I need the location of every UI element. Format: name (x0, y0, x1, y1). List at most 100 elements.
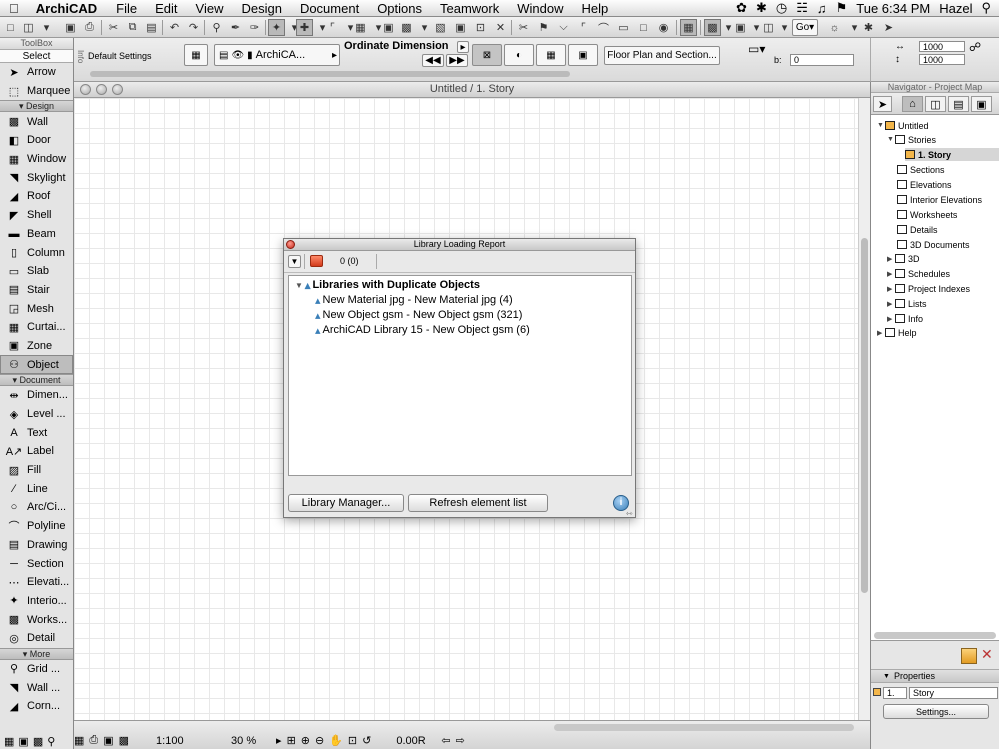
zoom-back-icon[interactable]: ⇦ (441, 734, 450, 747)
menu-window[interactable]: Window (508, 1, 572, 16)
save-icon[interactable]: ▣ (62, 19, 79, 36)
properties-header[interactable]: ▼ Properties (871, 669, 999, 683)
tool-stair[interactable]: ▤ Stair (0, 281, 73, 300)
nav-item-current-story[interactable]: 1. Story (905, 148, 999, 161)
next-dimension-icon[interactable]: ▶▶ (446, 54, 468, 67)
nav-item[interactable]: 3D Documents (897, 238, 970, 251)
info-box-scrollbar[interactable] (90, 71, 570, 77)
tool-label[interactable]: A↗ Label (0, 442, 73, 461)
layer-selector[interactable]: ▤ 👁 ▮ ArchiCA... ▸ (214, 44, 340, 66)
tool-wall[interactable]: ▩ Wall (0, 112, 73, 131)
tool-interior-elevation[interactable]: ✦ Interio... (0, 592, 73, 611)
tool-fill[interactable]: ▨ Fill (0, 461, 73, 480)
tool-mesh[interactable]: ◲ Mesh (0, 299, 73, 318)
geometry-method-3-icon[interactable]: ▦ (536, 44, 566, 66)
split-icon[interactable]: ⚑ (535, 19, 552, 36)
list-item[interactable]: ▴ ArchiCAD Library 15 - New Object gsm (… (315, 323, 530, 337)
tool-beam[interactable]: ▬ Beam (0, 225, 73, 244)
3d-window-icon[interactable]: ▦ (680, 19, 697, 36)
resize-grip-icon[interactable]: ⇿ (626, 509, 633, 518)
guide-line-icon[interactable]: ✚ (296, 19, 313, 36)
tool-skylight[interactable]: ◥ Skylight (0, 168, 73, 187)
tool-arrow[interactable]: ➤ Arrow (0, 63, 73, 82)
tool-worksheet[interactable]: ▩ Works... (0, 610, 73, 629)
stop-icon[interactable]: ◉ (655, 19, 672, 36)
view-icon-2[interactable]: ▣ (18, 735, 28, 748)
go-dropdown[interactable]: Go ▾ (792, 19, 818, 36)
tool-drawing[interactable]: ▤ Drawing (0, 536, 73, 555)
navigator-menu-icon[interactable]: ➤ (873, 96, 892, 112)
walk-icon[interactable]: ✱ (860, 19, 877, 36)
document-group-header[interactable]: ▾ Document (0, 374, 73, 386)
3d-view-icon[interactable]: ▣ (732, 19, 749, 36)
intersect-icon[interactable]: ⌜ (575, 19, 592, 36)
undo-icon[interactable]: ↶ (166, 19, 183, 36)
tool-zone[interactable]: ▣ Zone (0, 337, 73, 356)
story-number-field[interactable]: 1. (883, 687, 907, 699)
duplicate-objects-group[interactable]: ▼ ▴ Libraries with Duplicate Objects (295, 278, 480, 292)
grid-snap-icon[interactable]: ▦ (352, 19, 369, 36)
geometry-method-1-icon[interactable]: ⊠ (472, 44, 502, 66)
menu-design[interactable]: Design (232, 1, 290, 16)
tool-arc[interactable]: ○ Arc/Ci... (0, 498, 73, 517)
redo-icon[interactable]: ↷ (185, 19, 202, 36)
duplicate-objects-list[interactable]: ▼ ▴ Libraries with Duplicate Objects ▴ N… (288, 275, 632, 476)
menu-file[interactable]: File (107, 1, 146, 16)
geometry-method-2-icon[interactable]: ◐ (504, 44, 534, 66)
collapse-triangle-icon[interactable]: ▼ (887, 136, 895, 143)
tool-line[interactable]: ∕ Line (0, 479, 73, 498)
height-field[interactable]: 1000 (919, 54, 965, 65)
nav-item[interactable]: Worksheets (897, 208, 957, 221)
wifi-icon[interactable]: ☵ (796, 0, 808, 16)
layout-icon[interactable]: ▦ (74, 734, 84, 747)
gravity-icon[interactable]: ▣ (380, 19, 397, 36)
menu-document[interactable]: Document (291, 1, 368, 16)
vertical-scroll-thumb[interactable] (861, 238, 868, 593)
dialog-close-button[interactable] (286, 240, 295, 249)
more-group-header[interactable]: ▾ More (0, 647, 73, 660)
inject-icon[interactable]: ✑ (246, 19, 263, 36)
nav-item[interactable]: Elevations (897, 178, 952, 191)
angle-label[interactable]: 0.00R (396, 735, 436, 747)
view-map-tab-icon[interactable]: ◫ (925, 96, 946, 112)
new-file-icon[interactable]: □ (2, 19, 19, 36)
project-map-tab-icon[interactable]: ⌂ (902, 96, 923, 112)
tool-object[interactable]: ⚇ Object (0, 355, 73, 374)
tool-shell[interactable]: ◤ Shell (0, 206, 73, 225)
floor-plan-section-button[interactable]: Floor Plan and Section... (604, 46, 720, 65)
navigator-scrollbar[interactable] (874, 632, 996, 639)
menu-edit[interactable]: Edit (146, 1, 186, 16)
tool-slab[interactable]: ▭ Slab (0, 262, 73, 281)
trim-icon[interactable]: ✂ (515, 19, 532, 36)
cut-icon[interactable]: ✂ (105, 19, 122, 36)
menu-options[interactable]: Options (368, 1, 431, 16)
script-menu-icon[interactable]: ✿ (736, 0, 747, 16)
list-item[interactable]: ▴ New Object gsm - New Object gsm (321) (315, 308, 522, 322)
menu-view[interactable]: View (187, 1, 233, 16)
tool-corner-window[interactable]: ◢ Corn... (0, 697, 73, 716)
tool-wall-end[interactable]: ◥ Wall ... (0, 678, 73, 697)
expand-triangle-icon[interactable]: ▶ (887, 300, 895, 308)
nav-item[interactable]: ▶ Schedules (887, 267, 950, 280)
tool-marquee[interactable]: ⬚ Marquee (0, 82, 73, 101)
magic-wand-icon[interactable]: ✦ (268, 19, 285, 36)
story-name-field[interactable]: Story (909, 687, 998, 699)
nav-item-help[interactable]: ▶ Help (877, 326, 917, 339)
menu-help[interactable]: Help (573, 1, 618, 16)
tool-polyline[interactable]: ⌒ Polyline (0, 517, 73, 536)
close-window-button[interactable] (80, 84, 91, 95)
object-settings-icon[interactable]: ▦ (184, 44, 208, 66)
nav-item[interactable]: ▶ Project Indexes (887, 282, 970, 295)
window-mode-dropdown-icon[interactable]: ▾ (776, 19, 793, 36)
layout-book-tab-icon[interactable]: ▤ (948, 96, 969, 112)
print-icon[interactable]: ⎙ (81, 19, 98, 36)
expand-triangle-icon[interactable]: ▼ (295, 281, 303, 290)
view-icon-3[interactable]: ▩ (33, 735, 43, 748)
collapse-triangle-icon[interactable]: ▼ (883, 673, 890, 680)
zoom-in-icon[interactable]: ⊕ (301, 734, 310, 747)
snap-icon[interactable]: ⌜ (324, 19, 341, 36)
zoom-label[interactable]: 30 % (231, 735, 271, 747)
nav-item[interactable]: ▶ Lists (887, 297, 927, 310)
expand-triangle-icon[interactable]: ▶ (887, 270, 895, 278)
menu-teamwork[interactable]: Teamwork (431, 1, 508, 16)
